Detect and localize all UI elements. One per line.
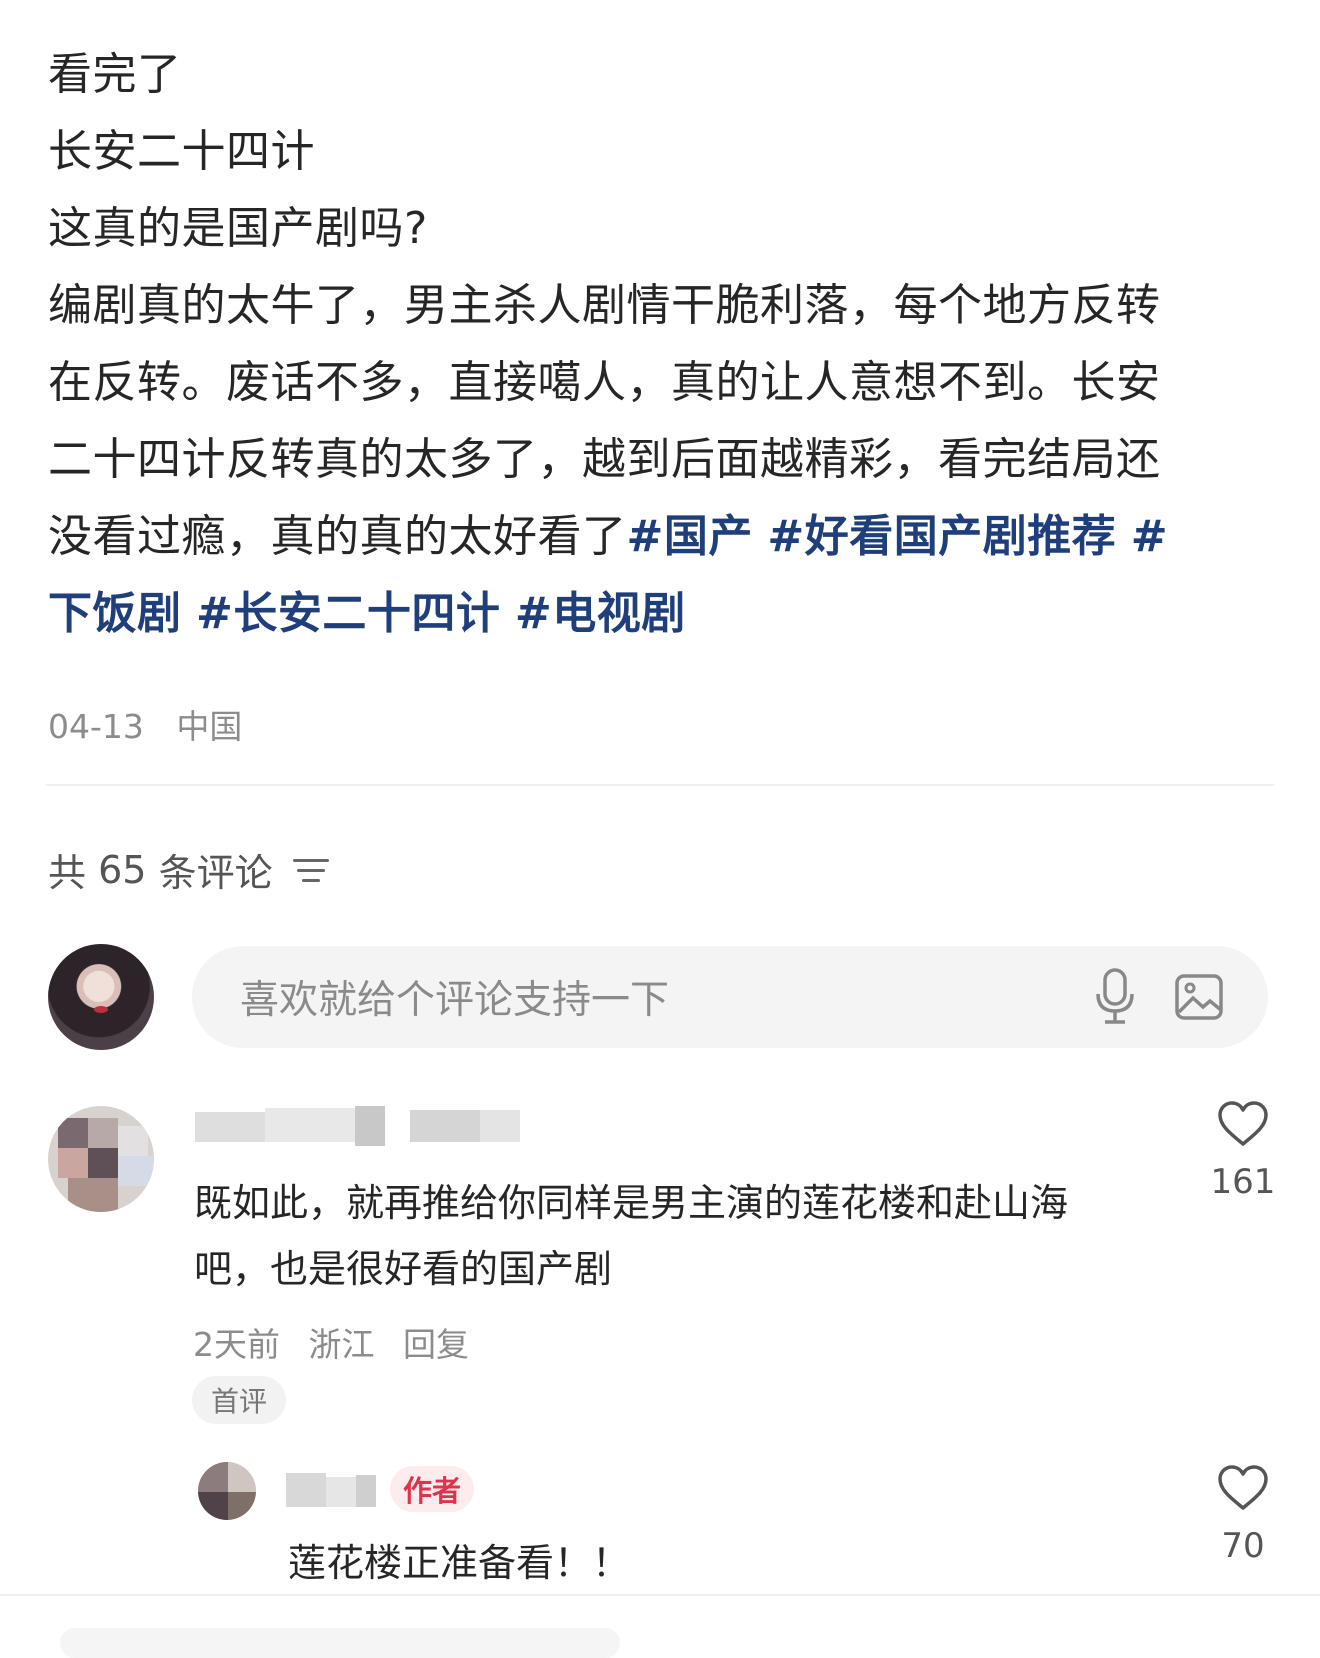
blurred-pixel (88, 1118, 118, 1148)
comment-input-placeholder: 喜欢就给个评论支持一下 (240, 978, 670, 1023)
comment-meta: 2天前 浙江 回复 (193, 1318, 487, 1366)
blurred-pixel (228, 1462, 256, 1492)
post-line-2: 长安二十四计 (48, 126, 315, 177)
heart-icon (1218, 1101, 1268, 1146)
divider (46, 784, 1274, 786)
reply-like-button[interactable]: 70 (1198, 1464, 1288, 1566)
blurred-pixel (198, 1462, 228, 1492)
comment-text: 既如此，就再推给你同样是男主演的莲花楼和赴山海 吧，也是很好看的国产剧 (194, 1170, 1194, 1302)
blurred-pixel (480, 1110, 520, 1142)
avatar[interactable] (48, 944, 154, 1050)
post-body-line-4: 没看过瘾，真的真的太好看了#国产 #好看国产剧推荐 # (48, 498, 1248, 575)
post-meta: 04-13 中国 (48, 700, 264, 748)
post-line-1: 看完了 (48, 49, 182, 100)
reply-like-count: 70 (1221, 1526, 1265, 1566)
post-body: 看完了 长安二十四计 这真的是国产剧吗? 编剧真的太牛了，男主杀人剧情干脆利落，… (48, 36, 1248, 652)
blurred-pixel (286, 1473, 326, 1507)
comment-username-blurred[interactable] (195, 1106, 545, 1146)
blurred-pixel (410, 1110, 480, 1142)
comment-input[interactable]: 喜欢就给个评论支持一下 (192, 946, 1268, 1048)
comment-count-number: 65 (98, 847, 147, 892)
comment-count-header: 共 65 条评论 (48, 842, 329, 897)
sort-icon[interactable] (292, 855, 329, 885)
divider (0, 1594, 1320, 1596)
post-body-line-1: 编剧真的太牛了，男主杀人剧情干脆利落，每个地方反转 (48, 280, 1161, 331)
post-line-3: 这真的是国产剧吗? (48, 203, 428, 254)
blurred-pixel (68, 1178, 118, 1212)
blurred-pixel (355, 1106, 385, 1146)
author-tag: 作者 (390, 1466, 474, 1512)
reply-username-blurred[interactable] (286, 1473, 376, 1507)
hashtag-xiafanju-start[interactable]: # (1131, 511, 1168, 562)
blurred-pixel (228, 1492, 256, 1520)
post-location: 中国 (176, 707, 243, 746)
post-date: 04-13 (48, 707, 144, 746)
heart-icon (1218, 1465, 1268, 1510)
hashtag-xiafanju[interactable]: 下饭剧 (48, 588, 182, 639)
comment-text-line-2: 吧，也是很好看的国产剧 (194, 1247, 613, 1291)
blurred-pixel (88, 1148, 118, 1178)
hashtag-guochan[interactable]: #国产 (627, 511, 753, 562)
like-button[interactable]: 161 (1198, 1100, 1288, 1202)
avatar-detail (94, 1006, 108, 1013)
post-body-line-2: 在反转。废话不多，直接噶人，真的让人意想不到。长安 (48, 357, 1161, 408)
blurred-pixel (198, 1492, 228, 1520)
mic-icon[interactable] (1090, 967, 1140, 1027)
hashtag-recommend[interactable]: #好看国产剧推荐 (767, 511, 1116, 562)
post-body-line-5: 下饭剧 #长安二十四计 #电视剧 (48, 575, 1248, 652)
hashtag-changan[interactable]: #长安二十四计 (196, 588, 500, 639)
image-icon[interactable] (1174, 972, 1224, 1022)
comment-avatar[interactable] (48, 1106, 154, 1212)
reply-avatar[interactable] (198, 1462, 256, 1520)
comment-count-suffix: 条评论 (158, 851, 273, 895)
comment-count-prefix: 共 (48, 851, 87, 895)
blurred-pixel (195, 1112, 265, 1142)
blurred-pixel (58, 1148, 88, 1178)
post-body-line-3: 二十四计反转真的太多了，越到后面越精彩，看完结局还 (48, 434, 1161, 485)
blurred-pixel (58, 1118, 88, 1148)
blurred-pixel (118, 1126, 148, 1156)
comment-text-line-1: 既如此，就再推给你同样是男主演的莲花楼和赴山海 (194, 1181, 1069, 1225)
comment-time: 2天前 (193, 1325, 280, 1364)
like-count: 161 (1210, 1162, 1276, 1202)
hashtag-tv[interactable]: #电视剧 (515, 588, 686, 639)
blurred-pixel (265, 1108, 355, 1142)
first-comment-badge: 首评 (192, 1376, 286, 1424)
comment-location: 浙江 (308, 1325, 375, 1364)
reply-button[interactable]: 回复 (403, 1325, 469, 1364)
post-body-line-4-text: 没看过瘾，真的真的太好看了 (48, 511, 627, 562)
blurred-pixel (326, 1477, 356, 1507)
bottom-bar-partial (60, 1628, 620, 1658)
reply-text: 莲花楼正准备看！！ (288, 1541, 631, 1585)
blurred-pixel (118, 1156, 154, 1186)
blurred-pixel (356, 1475, 376, 1507)
